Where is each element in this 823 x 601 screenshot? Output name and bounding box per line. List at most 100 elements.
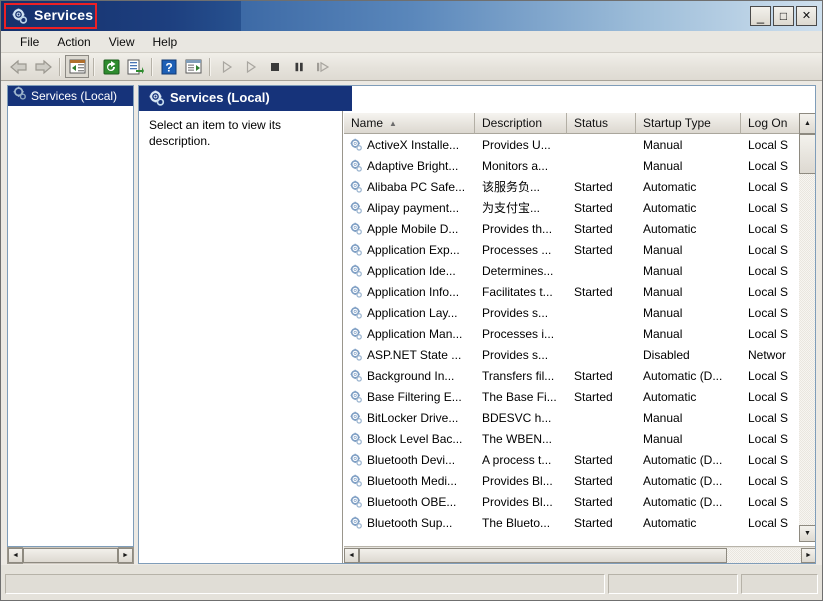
toolbar-export-list-button[interactable] [123,55,147,78]
services-list-view[interactable]: Name ▲ Description Status Startup Type L… [344,113,815,563]
list-header-row: Name ▲ Description Status Startup Type L… [344,113,799,134]
scroll-up-button[interactable]: ▲ [799,113,815,134]
table-row[interactable]: Bluetooth Devi... A process t... Started Au… [344,449,799,470]
table-row[interactable]: Application Ide... Determines... Manual Loc… [344,260,799,281]
cell-description: Transfers fil... [482,368,555,383]
close-button[interactable]: ✕ [796,6,817,26]
toolbar-separator [209,57,211,76]
column-header-startup-type[interactable]: Startup Type [636,113,741,134]
column-header-description[interactable]: Description [475,113,567,134]
service-gear-icon [349,369,363,383]
cell-description: Provides s... [482,347,549,362]
tree-horizontal-scrollbar[interactable]: ◄ ► [7,547,134,564]
table-row[interactable]: BitLocker Drive... BDESVC h... Manual Local… [344,407,799,428]
menu-item-view[interactable]: View [100,33,144,51]
column-header-log-on-label: Log On [748,116,788,130]
service-gear-icon [349,180,363,194]
service-gear-icon [349,264,363,278]
list-hscroll-thumb[interactable] [359,547,727,563]
services-gear-icon [12,86,27,106]
list-vscroll-track[interactable] [799,134,815,542]
tree-item-services-local[interactable]: Services (Local) [8,86,133,106]
table-row[interactable]: Base Filtering E... The Base Fi... Started… [344,386,799,407]
service-gear-icon [349,138,363,152]
cell-name-label: Base Filtering E... [367,389,462,404]
cell-startup-type: Manual [643,158,683,173]
menu-item-action[interactable]: Action [48,33,99,51]
toolbar-refresh-button[interactable] [99,55,123,78]
table-row[interactable]: Application Info... Facilitates t... Start… [344,281,799,302]
cell-name-label: Application Lay... [367,305,458,320]
service-gear-icon [349,474,363,488]
toolbar-separator [151,57,153,76]
toolbar-pause-service-button[interactable] [287,55,311,78]
table-row[interactable]: Block Level Bac... The WBEN... Manual Local… [344,428,799,449]
minimize-button[interactable]: _ [750,6,771,26]
list-hscroll-track[interactable] [727,547,801,563]
table-row[interactable]: Adaptive Bright... Monitors a... Manual Loc… [344,155,799,176]
table-row[interactable]: Bluetooth Sup... The Blueto... Started Auto… [344,512,799,533]
table-row[interactable]: Application Man... Processes i... Manual Lo… [344,323,799,344]
cell-description: Processes ... [482,242,552,257]
cell-description: The Blueto... [482,515,551,530]
toolbar-start-service-button[interactable] [215,55,239,78]
scroll-right-button[interactable]: ► [118,548,133,563]
column-header-log-on[interactable]: Log On [741,113,799,134]
details-description-text: Select an item to view its description. [149,118,282,148]
table-row[interactable]: Bluetooth Medi... Provides Bl... Started Au… [344,470,799,491]
cell-log-on: Local S [748,473,789,488]
details-pane-divider[interactable] [342,111,343,563]
scroll-right-button[interactable]: ► [801,547,815,563]
title-bar[interactable]: Services _ □ ✕ [1,1,822,31]
menu-item-file[interactable]: File [11,33,48,51]
toolbar-back-button[interactable] [7,55,31,78]
column-header-name[interactable]: Name ▲ [344,113,475,134]
toolbar-forward-button[interactable] [31,55,55,78]
list-rows-container: ActiveX Installe... Provides U... Manual Lo… [344,134,799,542]
scroll-left-button[interactable]: ◄ [8,548,23,563]
table-row[interactable]: Bluetooth OBE... Provides Bl... Started Aut… [344,491,799,512]
maximize-button[interactable]: □ [773,6,794,26]
toolbar-help-button[interactable]: ? [157,55,181,78]
cell-description: The WBEN... [482,431,553,446]
cell-name-label: Bluetooth Medi... [367,473,458,488]
cell-log-on: Local S [748,305,789,320]
service-gear-icon [349,516,363,530]
toolbar-show-hide-tree-button[interactable] [65,55,89,78]
table-row[interactable]: Apple Mobile D... Provides th... Started Au… [344,218,799,239]
cell-log-on: Local S [748,494,789,509]
table-row[interactable]: Background In... Transfers fil... Started A… [344,365,799,386]
cell-startup-type: Automatic [643,515,697,530]
scroll-down-button[interactable]: ▼ [799,525,815,542]
cell-description: BDESVC h... [482,410,552,425]
cell-startup-type: Manual [643,410,683,425]
maximize-icon: □ [779,9,788,23]
table-row[interactable]: ASP.NET State ... Provides s... Disabled Ne… [344,344,799,365]
column-header-name-label: Name [351,116,384,130]
list-vertical-scrollbar[interactable]: ▼ [799,134,815,542]
cell-name-label: Application Exp... [367,242,460,257]
menu-item-help[interactable]: Help [144,33,187,51]
cell-description: Provides th... [482,221,553,236]
table-row[interactable]: Alibaba PC Safe... 该服务负... Started Automati… [344,176,799,197]
toolbar-stop-service-button[interactable] [263,55,287,78]
list-vscroll-thumb[interactable] [799,134,815,174]
cell-log-on: Local S [748,263,789,278]
cell-name: BitLocker Drive... [344,411,475,425]
table-row[interactable]: ActiveX Installe... Provides U... Manual Lo… [344,134,799,155]
list-horizontal-scrollbar[interactable]: ◄ ► [344,546,815,563]
cell-description: A process t... [482,452,552,467]
toolbar-properties-button[interactable] [181,55,205,78]
table-row[interactable]: Application Exp... Processes ... Started Ma… [344,239,799,260]
services-gear-icon [11,8,28,25]
console-tree-pane: Services (Local) [7,85,134,547]
cell-startup-type: Automatic [643,200,697,215]
table-row[interactable]: Alipay payment... 为支付宝... Started Automatic… [344,197,799,218]
toolbar-resume-service-button[interactable] [239,55,263,78]
tree-hscroll-thumb[interactable] [23,548,118,563]
tree-hscroll-track[interactable] [23,547,118,564]
table-row[interactable]: Application Lay... Provides s... Manual Loc… [344,302,799,323]
scroll-left-button[interactable]: ◄ [344,547,359,563]
column-header-status[interactable]: Status [567,113,636,134]
toolbar-restart-service-button[interactable] [311,55,335,78]
